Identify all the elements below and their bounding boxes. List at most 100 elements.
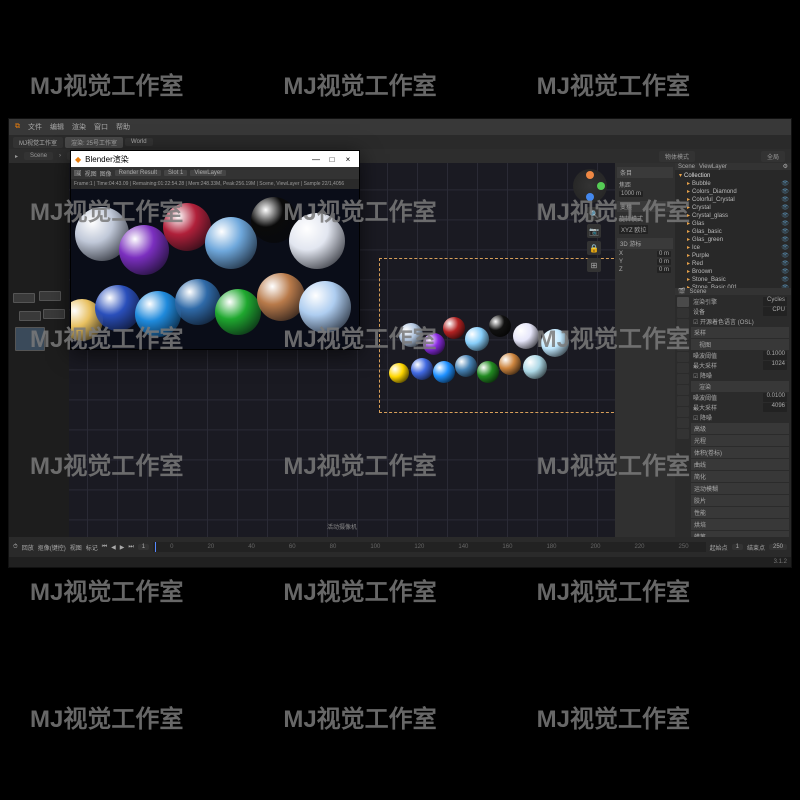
panel-header[interactable]: 条目 [617,167,673,178]
render-props-tab[interactable] [677,297,689,307]
particle-props-tab[interactable] [677,374,689,384]
menu-file[interactable]: 文件 [28,122,42,132]
section-header[interactable]: 运动模糊 [691,483,789,494]
start-frame-field[interactable]: 1 [732,544,743,550]
material-props-tab[interactable] [677,418,689,428]
render-max-field[interactable]: 4096 [763,403,787,412]
section-header[interactable]: 光程 [691,435,789,446]
outliner-item[interactable]: ▸Crystal👁 [677,204,789,212]
outliner-item[interactable]: ▸Bubble👁 [677,180,789,188]
skip-end-icon[interactable]: ⏭ [128,544,133,551]
timeline-menu[interactable]: 抠像(键控) [38,543,66,552]
minimize-button[interactable]: — [309,155,323,164]
visibility-toggle[interactable]: 👁 [781,188,789,196]
node-editor[interactable] [9,163,69,537]
engine-dropdown[interactable]: Cycles [763,297,787,306]
window-titlebar[interactable]: ◆ Blender渲染 — □ × [71,151,359,167]
outliner-item[interactable]: ▸Glas_green👁 [677,236,789,244]
outliner-item[interactable]: ▸Crystal_glass👁 [677,212,789,220]
section-header[interactable]: 胶片 [691,495,789,506]
menu-help[interactable]: 帮助 [116,122,130,132]
timeline-menu[interactable]: 标记 [86,543,98,552]
shader-node[interactable] [39,291,61,301]
workspace-tab[interactable]: MJ视觉工作室 [13,137,63,148]
viewlayer-props-tab[interactable] [677,319,689,329]
shader-node[interactable] [13,293,35,303]
layer-selector[interactable]: ViewLayer [699,164,727,170]
timeline-menu[interactable]: 回放 [22,543,34,552]
grid-icon[interactable]: ⊞ [587,258,601,272]
zoom-icon[interactable]: 🔍 [587,207,601,221]
orientation-dropdown[interactable]: 全局 [761,151,785,162]
panel-header[interactable]: 3D 游标 [617,238,673,249]
shader-node[interactable] [43,309,65,319]
render-menu[interactable]: 图像 [100,169,112,178]
render-viewport[interactable] [71,189,359,349]
timeline-menu[interactable]: 视图 [70,543,82,552]
outliner-item[interactable]: ▸Purple👁 [677,252,789,260]
result-dropdown[interactable]: Render Result [115,170,161,176]
filter-icon[interactable]: ⚙ [783,163,788,170]
noise-field[interactable]: 0.1000 [763,351,787,360]
visibility-toggle[interactable]: 👁 [781,180,789,188]
outliner[interactable]: ▾ Collection ▸Bubble👁 ▸Colors_Diamond👁 ▸… [675,170,791,288]
section-header[interactable]: 高级 [691,423,789,434]
texture-node[interactable] [15,327,45,351]
cursor-y[interactable]: 0 m [657,259,671,265]
physics-props-tab[interactable] [677,385,689,395]
rot-mode-field[interactable]: XYZ 欧拉 [619,225,648,234]
visibility-toggle[interactable]: 👁 [781,244,789,252]
visibility-toggle[interactable]: 👁 [781,196,789,204]
render-sampling-header[interactable]: 渲染 [691,381,789,392]
current-frame-field[interactable]: 1 [138,544,149,550]
nav-gizmo[interactable] [573,169,607,203]
slot-dropdown[interactable]: Slot 1 [164,170,187,176]
output-props-tab[interactable] [677,308,689,318]
visibility-toggle[interactable]: 👁 [781,220,789,228]
lock-icon[interactable]: 🔒 [587,241,601,255]
outliner-item[interactable]: ▸Glas👁 [677,220,789,228]
outliner-item[interactable]: ▸Red👁 [677,260,789,268]
end-frame-field[interactable]: 250 [769,544,787,550]
visibility-toggle[interactable]: 👁 [781,204,789,212]
skip-start-icon[interactable]: ⏮ [102,544,107,551]
camera-icon[interactable]: 📷 [587,224,601,238]
playhead[interactable] [155,542,156,552]
section-header[interactable]: 体积(卷标) [691,447,789,458]
outliner-item[interactable]: ▸Stone_Basic👁 [677,276,789,284]
scene-props-tab[interactable] [677,330,689,340]
menu-edit[interactable]: 编辑 [50,122,64,132]
visibility-toggle[interactable]: 👁 [781,236,789,244]
visibility-toggle[interactable]: 👁 [781,268,789,276]
section-header[interactable]: 简化 [691,471,789,482]
denoise-checkbox[interactable]: 降噪 [693,371,712,380]
modifier-props-tab[interactable] [677,363,689,373]
outliner-item[interactable]: ▸Glas_basic👁 [677,228,789,236]
viewport-sampling-header[interactable]: 视图 [691,339,789,350]
play-rev-icon[interactable]: ◀ [111,544,116,551]
outliner-item[interactable]: ▸Colors_Diamond👁 [677,188,789,196]
scene-selector[interactable]: Scene [678,164,695,170]
panel-header[interactable]: 变换 [617,201,673,212]
visibility-toggle[interactable]: 👁 [781,276,789,284]
render-menu[interactable]: 视图 [85,169,97,178]
object-props-tab[interactable] [677,352,689,362]
osl-checkbox[interactable]: 开源着色语言 (OSL) [693,317,754,326]
texture-props-tab[interactable] [677,429,689,439]
sampling-header[interactable]: 采样 [691,327,789,338]
workspace-tab-active[interactable]: 渲染: 25号工作室 [65,137,123,148]
data-props-tab[interactable] [677,407,689,417]
constraint-props-tab[interactable] [677,396,689,406]
collection-row[interactable]: ▾ Collection [677,172,789,180]
scene-dropdown[interactable]: Scene [24,152,53,160]
maximize-button[interactable]: □ [325,155,339,164]
menu-window[interactable]: 窗口 [94,122,108,132]
world-props-tab[interactable] [677,341,689,351]
visibility-toggle[interactable]: 👁 [781,212,789,220]
timeline-track[interactable]: 020 4060 80100 120140 160180 200220 250 [153,542,705,552]
close-button[interactable]: × [341,155,355,164]
visibility-toggle[interactable]: 👁 [781,228,789,236]
render-noise-field[interactable]: 0.0100 [763,393,787,402]
section-header[interactable]: 烘培 [691,519,789,530]
shader-node[interactable] [19,311,41,321]
